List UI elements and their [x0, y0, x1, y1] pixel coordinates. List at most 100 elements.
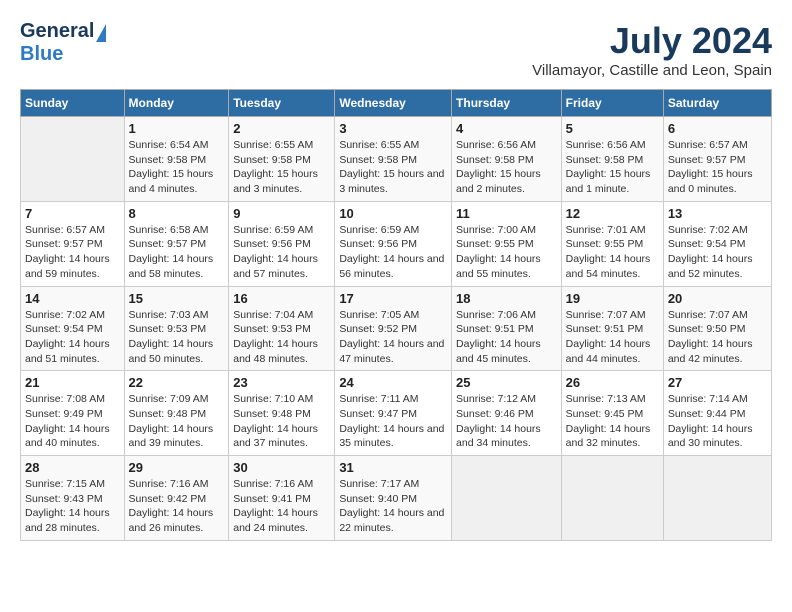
week-row-4: 28 Sunrise: 7:15 AMSunset: 9:43 PMDayligh…: [21, 456, 772, 541]
calendar-cell: [561, 456, 663, 541]
day-info: Sunrise: 6:54 AMSunset: 9:58 PMDaylight:…: [129, 138, 225, 197]
day-info: Sunrise: 7:09 AMSunset: 9:48 PMDaylight:…: [129, 392, 225, 451]
day-info: Sunrise: 6:55 AMSunset: 9:58 PMDaylight:…: [233, 138, 330, 197]
day-number: 27: [668, 375, 767, 390]
logo-blue: Blue: [20, 43, 63, 65]
day-info: Sunrise: 7:11 AMSunset: 9:47 PMDaylight:…: [339, 392, 447, 451]
day-info: Sunrise: 7:00 AMSunset: 9:55 PMDaylight:…: [456, 223, 557, 282]
calendar-cell: [452, 456, 562, 541]
day-number: 18: [456, 291, 557, 306]
calendar-cell: 19 Sunrise: 7:07 AMSunset: 9:51 PMDayligh…: [561, 286, 663, 371]
location-subtitle: Villamayor, Castille and Leon, Spain: [532, 62, 772, 79]
day-info: Sunrise: 7:06 AMSunset: 9:51 PMDaylight:…: [456, 308, 557, 367]
day-number: 6: [668, 121, 767, 136]
day-number: 17: [339, 291, 447, 306]
page-header: General Blue July 2024 Villamayor, Casti…: [20, 20, 772, 79]
calendar-cell: 2Sunrise: 6:55 AMSunset: 9:58 PMDaylight…: [229, 117, 335, 202]
day-number: 31: [339, 460, 447, 475]
day-number: 16: [233, 291, 330, 306]
day-number: 4: [456, 121, 557, 136]
day-info: Sunrise: 7:02 AMSunset: 9:54 PMDaylight:…: [668, 223, 767, 282]
calendar-cell: 30 Sunrise: 7:16 AMSunset: 9:41 PMDayligh…: [229, 456, 335, 541]
calendar-cell: [663, 456, 771, 541]
day-number: 10: [339, 206, 447, 221]
week-row-0: 1 Sunrise: 6:54 AMSunset: 9:58 PMDaylight…: [21, 117, 772, 202]
calendar-cell: 22 Sunrise: 7:09 AMSunset: 9:48 PMDayligh…: [124, 371, 229, 456]
calendar-cell: 28 Sunrise: 7:15 AMSunset: 9:43 PMDayligh…: [21, 456, 125, 541]
day-info: Sunrise: 7:12 AMSunset: 9:46 PMDaylight:…: [456, 392, 557, 451]
header-friday: Friday: [561, 90, 663, 117]
day-info: Sunrise: 7:17 AMSunset: 9:40 PMDaylight:…: [339, 477, 447, 536]
calendar-cell: 16 Sunrise: 7:04 AMSunset: 9:53 PMDayligh…: [229, 286, 335, 371]
day-info: Sunrise: 7:04 AMSunset: 9:53 PMDaylight:…: [233, 308, 330, 367]
calendar-cell: 14Sunrise: 7:02 AMSunset: 9:54 PMDayligh…: [21, 286, 125, 371]
day-number: 29: [129, 460, 225, 475]
day-number: 24: [339, 375, 447, 390]
calendar-cell: 7 Sunrise: 6:57 AMSunset: 9:57 PMDaylight…: [21, 201, 125, 286]
header-wednesday: Wednesday: [335, 90, 452, 117]
day-number: 7: [25, 206, 120, 221]
calendar-cell: 8 Sunrise: 6:58 AMSunset: 9:57 PMDaylight…: [124, 201, 229, 286]
logo-general: General: [20, 20, 94, 42]
day-number: 3: [339, 121, 447, 136]
day-number: 30: [233, 460, 330, 475]
day-info: Sunrise: 6:56 AMSunset: 9:58 PMDaylight:…: [456, 138, 557, 197]
header-thursday: Thursday: [452, 90, 562, 117]
calendar-cell: 6 Sunrise: 6:57 AMSunset: 9:57 PMDaylight…: [663, 117, 771, 202]
header-tuesday: Tuesday: [229, 90, 335, 117]
day-info: Sunrise: 7:07 AMSunset: 9:51 PMDaylight:…: [566, 308, 659, 367]
day-info: Sunrise: 7:10 AMSunset: 9:48 PMDaylight:…: [233, 392, 330, 451]
calendar-cell: 17 Sunrise: 7:05 AMSunset: 9:52 PMDayligh…: [335, 286, 452, 371]
calendar-cell: 25 Sunrise: 7:12 AMSunset: 9:46 PMDayligh…: [452, 371, 562, 456]
day-info: Sunrise: 6:59 AMSunset: 9:56 PMDaylight:…: [339, 223, 447, 282]
day-number: 19: [566, 291, 659, 306]
calendar-cell: 27Sunrise: 7:14 AMSunset: 9:44 PMDayligh…: [663, 371, 771, 456]
day-number: 26: [566, 375, 659, 390]
day-number: 8: [129, 206, 225, 221]
day-info: Sunrise: 7:15 AMSunset: 9:43 PMDaylight:…: [25, 477, 120, 536]
calendar-cell: 12Sunrise: 7:01 AMSunset: 9:55 PMDayligh…: [561, 201, 663, 286]
week-row-1: 7 Sunrise: 6:57 AMSunset: 9:57 PMDaylight…: [21, 201, 772, 286]
header-monday: Monday: [124, 90, 229, 117]
calendar-cell: 1 Sunrise: 6:54 AMSunset: 9:58 PMDaylight…: [124, 117, 229, 202]
day-info: Sunrise: 6:57 AMSunset: 9:57 PMDaylight:…: [668, 138, 767, 197]
calendar-header-row: SundayMondayTuesdayWednesdayThursdayFrid…: [21, 90, 772, 117]
day-info: Sunrise: 7:08 AMSunset: 9:49 PMDaylight:…: [25, 392, 120, 451]
day-number: 20: [668, 291, 767, 306]
calendar-cell: 23 Sunrise: 7:10 AMSunset: 9:48 PMDayligh…: [229, 371, 335, 456]
calendar-cell: 24 Sunrise: 7:11 AMSunset: 9:47 PMDayligh…: [335, 371, 452, 456]
day-info: Sunrise: 6:59 AMSunset: 9:56 PMDaylight:…: [233, 223, 330, 282]
calendar-cell: 15 Sunrise: 7:03 AMSunset: 9:53 PMDayligh…: [124, 286, 229, 371]
calendar-cell: 29 Sunrise: 7:16 AMSunset: 9:42 PMDayligh…: [124, 456, 229, 541]
day-info: Sunrise: 7:16 AMSunset: 9:41 PMDaylight:…: [233, 477, 330, 536]
day-info: Sunrise: 7:03 AMSunset: 9:53 PMDaylight:…: [129, 308, 225, 367]
day-number: 12: [566, 206, 659, 221]
day-info: Sunrise: 7:16 AMSunset: 9:42 PMDaylight:…: [129, 477, 225, 536]
day-info: Sunrise: 6:58 AMSunset: 9:57 PMDaylight:…: [129, 223, 225, 282]
calendar-cell: 4 Sunrise: 6:56 AMSunset: 9:58 PMDaylight…: [452, 117, 562, 202]
calendar-cell: 31 Sunrise: 7:17 AMSunset: 9:40 PMDayligh…: [335, 456, 452, 541]
calendar-cell: 10 Sunrise: 6:59 AMSunset: 9:56 PMDayligh…: [335, 201, 452, 286]
day-info: Sunrise: 7:13 AMSunset: 9:45 PMDaylight:…: [566, 392, 659, 451]
calendar-cell: 11 Sunrise: 7:00 AMSunset: 9:55 PMDayligh…: [452, 201, 562, 286]
day-number: 22: [129, 375, 225, 390]
header-saturday: Saturday: [663, 90, 771, 117]
calendar-cell: 13 Sunrise: 7:02 AMSunset: 9:54 PMDayligh…: [663, 201, 771, 286]
logo-icon: [96, 24, 106, 42]
title-section: July 2024 Villamayor, Castille and Leon,…: [532, 20, 772, 79]
day-number: 15: [129, 291, 225, 306]
day-number: 1: [129, 121, 225, 136]
day-number: 9: [233, 206, 330, 221]
calendar-cell: 9 Sunrise: 6:59 AMSunset: 9:56 PMDaylight…: [229, 201, 335, 286]
calendar-cell: 3Sunrise: 6:55 AMSunset: 9:58 PMDaylight…: [335, 117, 452, 202]
day-number: 23: [233, 375, 330, 390]
calendar-cell: 5Sunrise: 6:56 AMSunset: 9:58 PMDaylight…: [561, 117, 663, 202]
day-info: Sunrise: 7:02 AMSunset: 9:54 PMDaylight:…: [25, 308, 120, 367]
day-number: 11: [456, 206, 557, 221]
day-info: Sunrise: 6:56 AMSunset: 9:58 PMDaylight:…: [566, 138, 659, 197]
day-number: 25: [456, 375, 557, 390]
day-info: Sunrise: 6:57 AMSunset: 9:57 PMDaylight:…: [25, 223, 120, 282]
day-number: 28: [25, 460, 120, 475]
day-info: Sunrise: 7:05 AMSunset: 9:52 PMDaylight:…: [339, 308, 447, 367]
day-number: 13: [668, 206, 767, 221]
